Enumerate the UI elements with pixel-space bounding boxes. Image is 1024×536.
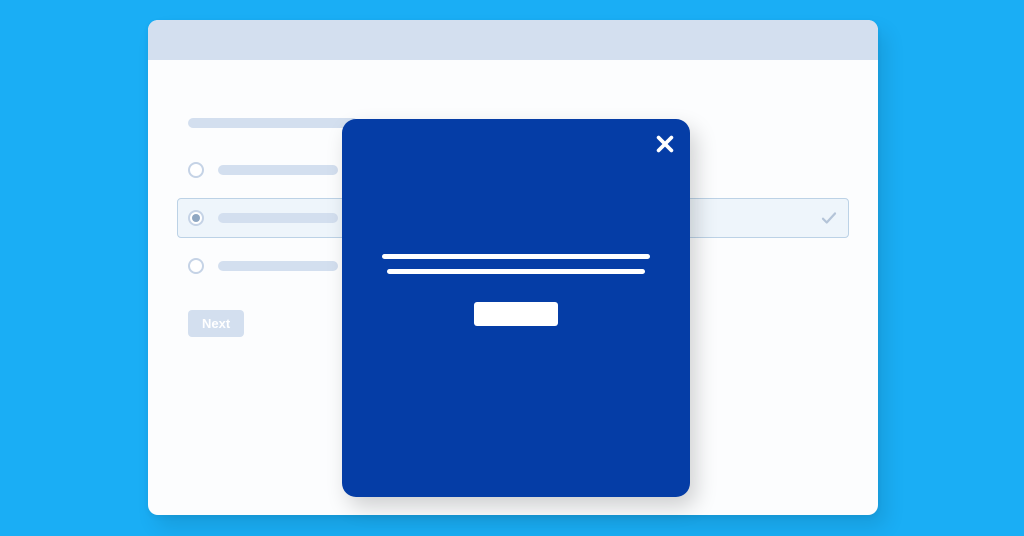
next-button[interactable]: Next [188, 310, 244, 337]
option-label-placeholder [218, 213, 338, 223]
close-icon[interactable] [654, 133, 676, 155]
modal-text-line-placeholder [387, 269, 644, 274]
radio-selected-dot-icon [192, 214, 200, 222]
modal-body [382, 254, 650, 326]
radio-icon[interactable] [188, 258, 204, 274]
checkmark-icon [820, 209, 838, 227]
radio-icon[interactable] [188, 210, 204, 226]
modal-dialog [342, 119, 690, 497]
form-heading-placeholder [188, 118, 358, 128]
radio-icon[interactable] [188, 162, 204, 178]
titlebar [148, 20, 878, 60]
option-label-placeholder [218, 165, 338, 175]
modal-primary-button[interactable] [474, 302, 558, 326]
modal-text-line-placeholder [382, 254, 650, 259]
option-label-placeholder [218, 261, 338, 271]
